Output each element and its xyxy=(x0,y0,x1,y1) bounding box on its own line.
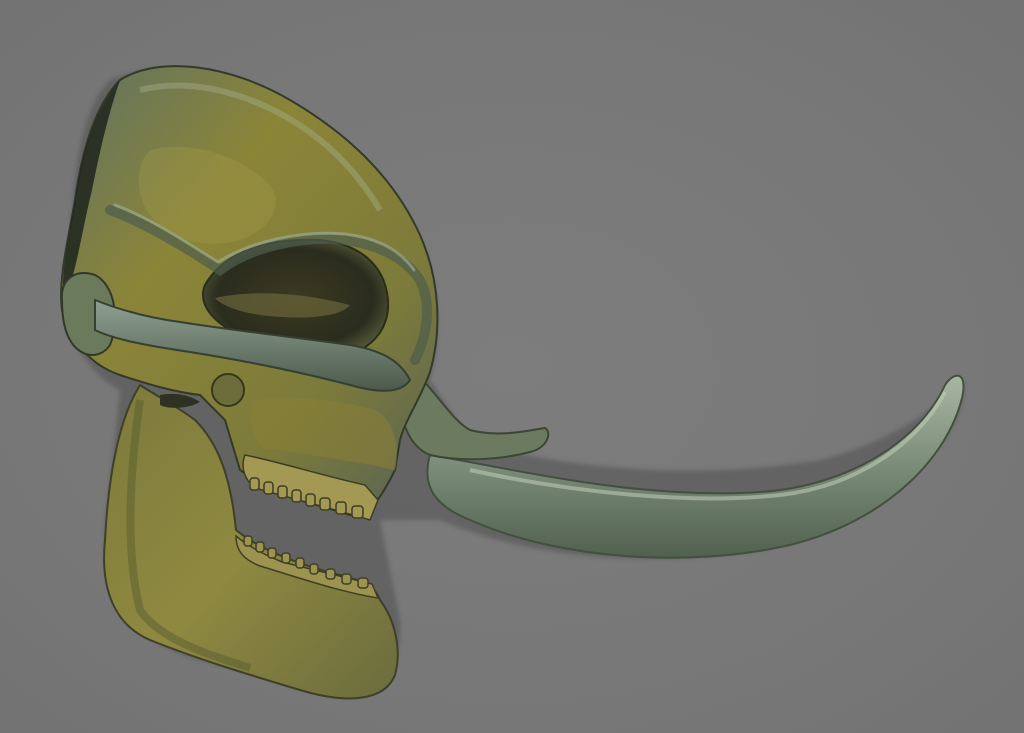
skull-render xyxy=(60,65,965,700)
condyle-knob xyxy=(211,373,245,407)
3d-viewport[interactable] xyxy=(0,0,1024,733)
